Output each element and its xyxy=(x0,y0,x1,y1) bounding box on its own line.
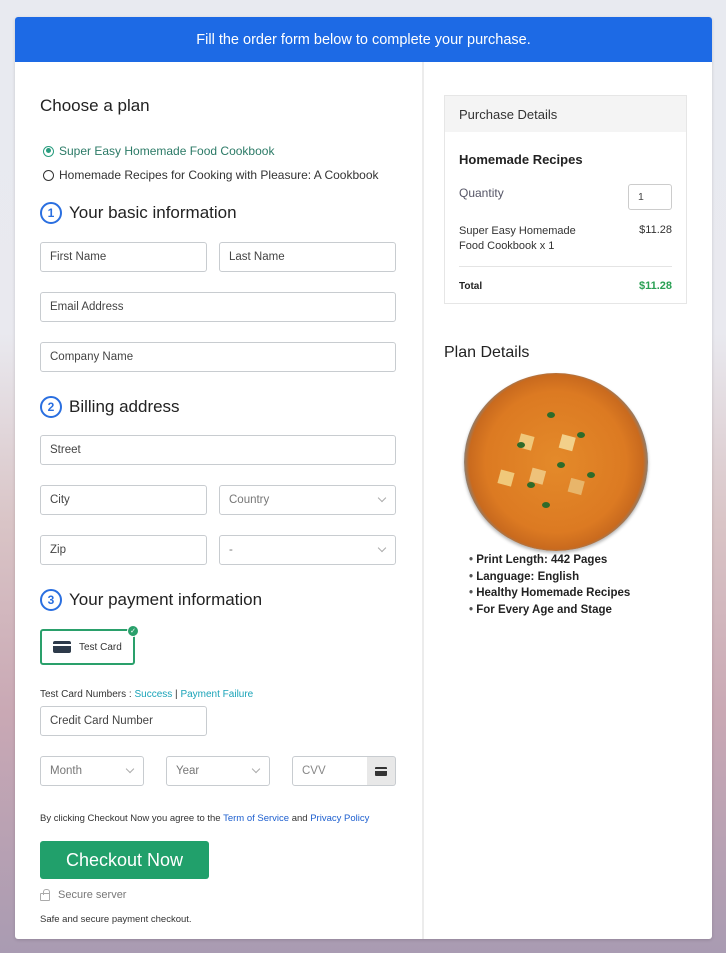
quantity-label: Quantity xyxy=(459,186,504,200)
section-title: Billing address xyxy=(69,397,180,416)
plan-details-title: Plan Details xyxy=(444,344,530,361)
zip-input[interactable]: Zip xyxy=(40,535,207,565)
total-value: $11.28 xyxy=(638,280,672,292)
test-card-numbers: Test Card Numbers : Success | Payment Fa… xyxy=(40,689,253,700)
feature-item: For Every Age and Stage xyxy=(469,602,630,619)
line-item-price: $11.28 xyxy=(639,224,672,236)
purchase-details-box: Purchase Details Homemade Recipes Quanti… xyxy=(444,95,687,304)
product-name: Homemade Recipes xyxy=(459,152,583,167)
test-card-option[interactable]: Test Card ✓ xyxy=(40,625,139,665)
section-title: Your basic information xyxy=(69,203,237,222)
product-image xyxy=(464,373,648,551)
year-select[interactable]: Year xyxy=(166,756,270,786)
chevron-down-icon xyxy=(125,764,135,774)
agreement-and: and xyxy=(289,813,311,824)
company-input[interactable]: Company Name xyxy=(40,342,396,372)
agreement-prefix: By clicking Checkout Now you agree to th… xyxy=(40,813,224,824)
city-input[interactable]: City xyxy=(40,485,207,515)
line-item-name: Super Easy Homemade Food Cookbook x 1 xyxy=(459,225,576,252)
step-number-icon: 3 xyxy=(40,589,62,611)
country-select[interactable]: Country xyxy=(219,485,396,515)
chevron-down-icon xyxy=(251,764,261,774)
cvv-info-button[interactable] xyxy=(367,756,396,786)
choose-plan-title: Choose a plan xyxy=(40,96,150,115)
plan-option-2[interactable]: Homemade Recipes for Cooking with Pleasu… xyxy=(43,168,379,182)
step-number-icon: 1 xyxy=(40,202,62,224)
billing-heading: 2 Billing address xyxy=(40,396,180,418)
chevron-down-icon xyxy=(377,493,387,503)
lock-icon xyxy=(40,888,50,901)
basic-info-heading: 1 Your basic information xyxy=(40,202,237,224)
state-select[interactable]: - xyxy=(219,535,396,565)
checkout-frame: Fill the order form below to complete yo… xyxy=(15,17,712,939)
order-form: Choose a plan Super Easy Homemade Food C… xyxy=(15,62,422,939)
plan-option-label: Homemade Recipes for Cooking with Pleasu… xyxy=(59,168,379,182)
plan-option-label: Super Easy Homemade Food Cookbook xyxy=(59,144,275,158)
summary-panel: Purchase Details Homemade Recipes Quanti… xyxy=(424,62,712,939)
radio-selected-icon[interactable] xyxy=(43,145,54,157)
street-input[interactable]: Street xyxy=(40,435,396,465)
last-name-input[interactable]: Last Name xyxy=(219,242,396,272)
quantity-input[interactable]: 1 xyxy=(628,184,672,210)
purchase-details-header: Purchase Details xyxy=(445,96,686,132)
feature-item: Language: English xyxy=(469,569,630,586)
card-number-input[interactable]: Credit Card Number xyxy=(40,706,207,736)
feature-item: Healthy Homemade Recipes xyxy=(469,585,630,602)
feature-item: Print Length: 442 Pages xyxy=(469,552,630,569)
month-select[interactable]: Month xyxy=(40,756,144,786)
test-numbers-label: Test Card Numbers : xyxy=(40,689,135,700)
country-select-value: Country xyxy=(229,494,270,506)
cvv-input[interactable]: CVV xyxy=(292,756,368,786)
agreement-text: By clicking Checkout Now you agree to th… xyxy=(40,813,369,824)
banner: Fill the order form below to complete yo… xyxy=(15,17,712,62)
check-icon: ✓ xyxy=(127,625,139,637)
year-select-value: Year xyxy=(176,765,200,777)
feature-list: Print Length: 442 Pages Language: Englis… xyxy=(469,552,630,618)
test-card-label: Test Card xyxy=(79,641,122,653)
credit-card-icon xyxy=(53,641,71,653)
success-link[interactable]: Success xyxy=(134,689,172,700)
summary-divider xyxy=(459,266,672,267)
plan-option-1[interactable]: Super Easy Homemade Food Cookbook xyxy=(43,144,274,158)
step-number-icon: 2 xyxy=(40,396,62,418)
radio-unselected-icon[interactable] xyxy=(43,169,54,181)
secure-note: Safe and secure payment checkout. xyxy=(40,914,192,925)
privacy-link[interactable]: Privacy Policy xyxy=(310,813,369,824)
secure-server: Secure server xyxy=(40,888,127,901)
payment-failure-link[interactable]: Payment Failure xyxy=(180,689,253,700)
state-select-value: - xyxy=(229,544,233,556)
section-title: Your payment information xyxy=(69,590,263,609)
month-select-value: Month xyxy=(50,765,82,777)
first-name-input[interactable]: First Name xyxy=(40,242,207,272)
credit-card-icon xyxy=(375,766,387,776)
total-label: Total xyxy=(459,281,483,292)
secure-server-label: Secure server xyxy=(58,889,127,901)
chevron-down-icon xyxy=(377,543,387,553)
checkout-button[interactable]: Checkout Now xyxy=(40,841,209,879)
terms-link[interactable]: Term of Service xyxy=(223,813,289,824)
payment-heading: 3 Your payment information xyxy=(40,589,262,611)
email-input[interactable]: Email Address xyxy=(40,292,396,322)
